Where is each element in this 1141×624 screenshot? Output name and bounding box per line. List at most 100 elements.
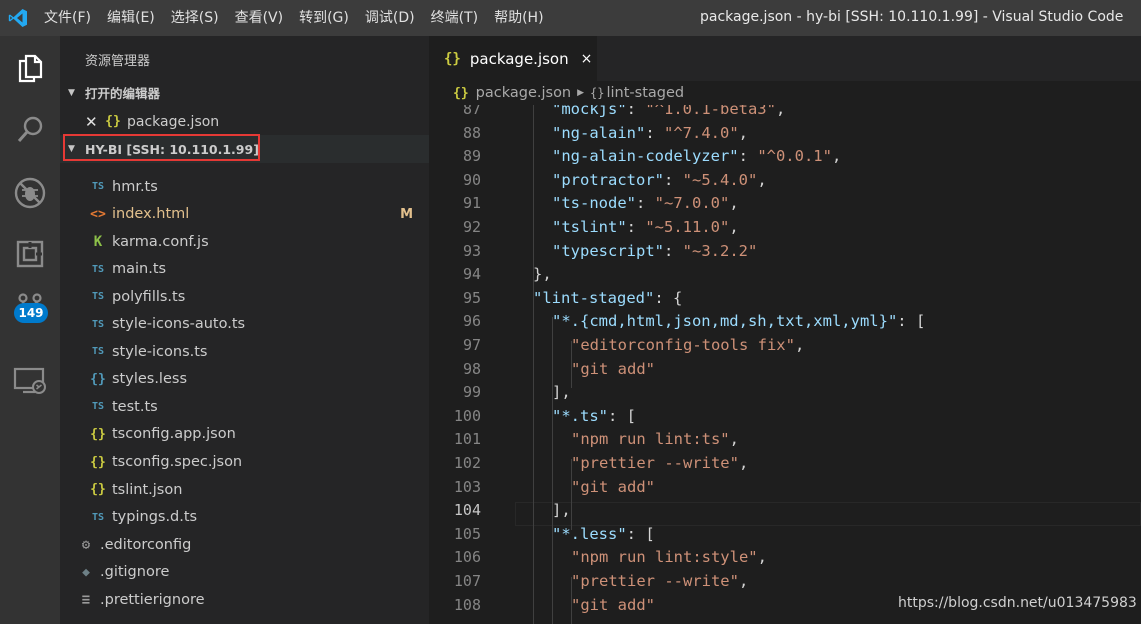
tab-package-json[interactable]: {} package.json × (429, 36, 597, 81)
line-number: 105 (453, 524, 481, 543)
file-label: style-icons-auto.ts (112, 316, 246, 333)
menu-item[interactable]: 转到(G) (291, 0, 357, 36)
punctuation: ], (552, 383, 571, 402)
list-item[interactable]: TS test.ts (60, 393, 429, 420)
code-text: "*.{cmd,html,json,md,sh,txt,xml,yml}": [ (552, 309, 925, 333)
menu-item[interactable]: 调试(D) (357, 0, 423, 36)
line-number: 106 (453, 548, 481, 567)
json-key: "*.{cmd,html,json,md,sh,txt,xml,yml}" (552, 312, 898, 331)
code-text: "lint-staged": { (533, 286, 682, 310)
list-item[interactable]: ◆ .gitignore (60, 559, 429, 586)
list-item[interactable]: ≡ .prettierignore (60, 586, 429, 613)
menu-item[interactable]: 帮助(H) (486, 0, 551, 36)
line-number: 91 (462, 194, 481, 213)
code-text: "npm run lint:style", (571, 545, 767, 569)
object-symbol-icon: {} (590, 86, 605, 100)
json-file-icon: {} (90, 454, 106, 470)
code-line: 106 "npm run lint:style", (429, 545, 1141, 569)
line-number: 88 (462, 123, 481, 142)
code-line: 102 "prettier --write", (429, 451, 1141, 475)
menu-item[interactable]: 选择(S) (163, 0, 227, 36)
menu-item[interactable]: 终端(T) (423, 0, 486, 36)
code-line: 104], (429, 498, 1141, 522)
typescript-file-icon: TS (91, 511, 105, 523)
remote-explorer-icon[interactable] (0, 356, 60, 406)
code-text: "git add" (571, 357, 655, 381)
json-string: "~3.2.2" (682, 241, 758, 260)
list-item[interactable]: {} tsconfig.app.json (60, 421, 429, 448)
indent-guide (571, 459, 572, 530)
git-file-icon: ◆ (82, 564, 90, 580)
file-label: main.ts (112, 261, 167, 278)
punctuation: : (626, 105, 646, 118)
list-item[interactable]: TS style-icons.ts (60, 338, 429, 365)
indent-guide (552, 317, 553, 624)
code-line: 96 "*.{cmd,html,json,md,sh,txt,xml,yml}":… (429, 309, 1141, 333)
menu-item[interactable]: 查看(V) (227, 0, 292, 36)
breadcrumb-symbol[interactable]: lint-staged (607, 85, 685, 101)
chevron-down-icon: ▼ (68, 87, 75, 98)
list-item[interactable]: {} tslint.json (60, 476, 429, 503)
list-item[interactable]: TS typings.d.ts (60, 504, 429, 531)
code-line: 101 "npm run lint:ts", (429, 427, 1141, 451)
list-item[interactable]: ⚙ .editorconfig (60, 531, 429, 558)
code-text: "npm run lint:ts", (571, 427, 739, 451)
line-number: 98 (462, 359, 481, 378)
punctuation: , (831, 147, 842, 166)
list-item[interactable]: TS main.ts (60, 256, 429, 283)
list-item[interactable]: TS hmr.ts (60, 173, 429, 200)
open-editor-item[interactable]: ✕ {} package.json (60, 108, 429, 135)
close-icon[interactable]: ✕ (85, 113, 99, 131)
line-number: 101 (453, 430, 481, 449)
code-line: 103 "git add" (429, 475, 1141, 499)
explorer-icon[interactable] (0, 43, 60, 93)
punctuation: , (738, 454, 749, 472)
punctuation: : { (654, 288, 683, 307)
code-text: "prettier --write", (571, 451, 748, 475)
list-item[interactable]: <> index.html M (60, 201, 429, 228)
list-item[interactable]: TS style-icons-auto.ts (60, 311, 429, 338)
code-text: "editorconfig-tools fix", (571, 333, 804, 357)
code-text: "tslint": "~5.11.0", (552, 215, 739, 239)
debug-icon[interactable] (0, 168, 60, 218)
code-text: "*.less": [ (552, 522, 655, 546)
line-number: 93 (462, 241, 481, 260)
breadcrumb-file[interactable]: package.json (476, 85, 571, 101)
list-item[interactable]: {} styles.less (60, 366, 429, 393)
list-item[interactable]: {} tsconfig.spec.json (60, 449, 429, 476)
json-key: "ts-node" (552, 194, 636, 213)
json-key: "typescript" (552, 241, 664, 260)
menu-item[interactable]: 编辑(E) (99, 0, 163, 36)
punctuation: : (636, 194, 655, 213)
close-icon[interactable]: × (581, 51, 593, 67)
list-item[interactable]: Kkarma.conf.js (60, 228, 429, 255)
json-file-icon: {} (105, 114, 121, 129)
line-number: 99 (462, 383, 481, 402)
code-line: 95 "lint-staged": { (429, 286, 1141, 310)
typescript-file-icon: TS (91, 401, 105, 413)
line-number: 89 (462, 147, 481, 166)
json-string: "git add" (571, 359, 655, 378)
code-line: 89 "ng-alain-codelyzer": "^0.0.1", (429, 144, 1141, 168)
file-label: tsconfig.app.json (112, 426, 236, 443)
line-number: 95 (462, 288, 481, 307)
code-line: 97 "editorconfig-tools fix", (429, 333, 1141, 357)
tab-bar: {} package.json × (429, 36, 1141, 81)
file-label: .prettierignore (100, 591, 205, 608)
menu-item[interactable]: 文件(F) (36, 0, 99, 36)
json-file-icon: {} (444, 50, 461, 67)
sidebar-title: 资源管理器 (85, 54, 151, 69)
extensions-icon[interactable] (0, 229, 60, 279)
file-label: tsconfig.spec.json (112, 454, 243, 470)
line-number: 104 (453, 501, 481, 520)
explorer-sidebar: 资源管理器 ▼ 打开的编辑器 ✕ {} package.json ▼ HY-BI… (60, 36, 429, 624)
search-icon[interactable] (0, 105, 60, 155)
code-editor[interactable]: 87 "mockjs": "^1.0.1-beta3", 88 "ng-alain":… (429, 105, 1141, 624)
punctuation: : [ (626, 524, 655, 543)
line-number: 96 (462, 312, 481, 331)
list-item[interactable]: TS polyfills.ts (60, 283, 429, 310)
source-control-icon[interactable]: 149 (0, 286, 60, 336)
json-string: "prettier --write" (571, 572, 739, 590)
code-text: "*.ts": [ (552, 404, 636, 428)
open-editors-header[interactable]: ▼ 打开的编辑器 (60, 79, 429, 106)
